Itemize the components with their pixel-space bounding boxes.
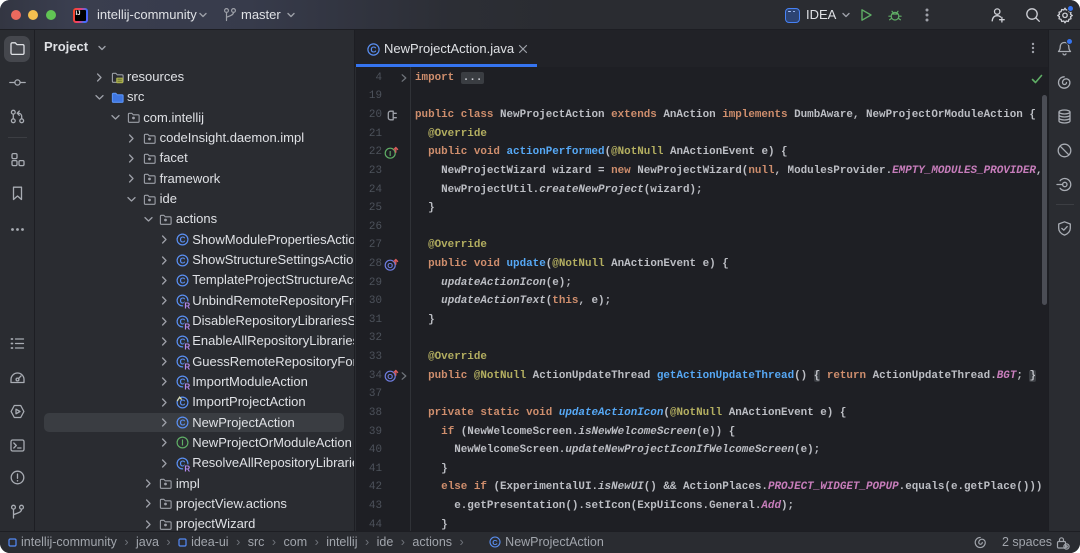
svg-text:R: R	[184, 342, 190, 351]
svg-text:C: C	[370, 45, 376, 55]
svg-text:I: I	[389, 149, 391, 158]
svg-text:R: R	[184, 383, 190, 392]
svg-text:O: O	[387, 261, 393, 270]
svg-text:I: I	[181, 439, 183, 448]
svg-text:R: R	[184, 322, 190, 331]
svg-text:C: C	[179, 398, 185, 407]
svg-text:O: O	[387, 372, 393, 381]
svg-text:C: C	[492, 538, 498, 547]
svg-text:R: R	[184, 464, 190, 473]
svg-text:C: C	[179, 418, 185, 427]
svg-text:R: R	[184, 362, 190, 371]
svg-text:C: C	[179, 235, 185, 244]
svg-text:R: R	[184, 301, 190, 310]
svg-text:C: C	[179, 276, 185, 285]
svg-text:C: C	[179, 256, 185, 265]
